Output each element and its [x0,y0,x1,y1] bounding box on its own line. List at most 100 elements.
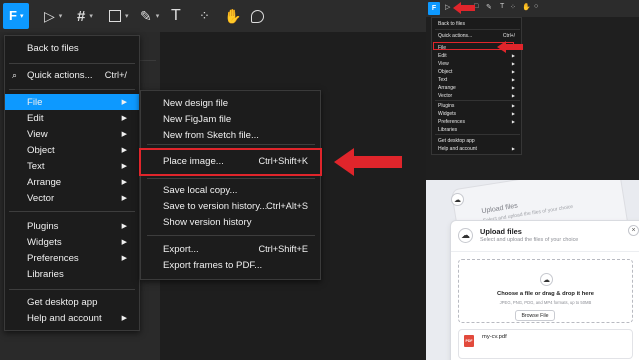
mini-menu-item-label: Libraries [438,127,458,133]
mini-menu-item-view[interactable]: View ▶ [432,60,521,68]
menu-item-plugins[interactable]: Plugins ▶ [5,218,139,234]
mini-menu-item-quick-actions[interactable]: Quick actions... Ctrl+/ [432,32,521,40]
mini-menu-item-preferences[interactable]: Preferences ▶ [432,118,521,126]
figma-logo-icon[interactable]: F [428,2,440,15]
menu-item-file[interactable]: File ▶ [5,94,139,110]
menu-item-widgets[interactable]: Widgets ▶ [5,234,139,250]
mini-menu-item-text[interactable]: Text ▶ [432,76,521,84]
text-icon: T [171,7,181,24]
menu-separator [435,100,520,101]
mini-menu-item-get-desktop-app[interactable]: Get desktop app [432,137,521,145]
menu-item-shortcut: Ctrl+/ [104,70,127,80]
menu-item-show-version-history[interactable]: Show version history [141,214,320,230]
menu-item-text[interactable]: Text ▶ [5,158,139,174]
move-pointer-icon: ▷ [44,7,55,24]
chevron-right-icon: ▶ [121,315,127,322]
uploaded-file-row: PDF my-cv.pdf [458,329,633,359]
mini-menu-item-label: Text [438,77,448,83]
hand-tool[interactable]: ✋ [224,4,241,28]
chevron-right-icon: ▶ [121,99,127,106]
menu-item-vector[interactable]: Vector ▶ [5,190,139,206]
close-icon[interactable]: × [628,225,639,236]
menu-item-view[interactable]: View ▶ [5,126,139,142]
mini-menu-item-label: Arrange [438,85,456,91]
dialog-title: Upload files [480,227,522,236]
menu-item-object[interactable]: Object ▶ [5,142,139,158]
resources-icon[interactable]: ⁘ [510,3,516,11]
mini-menu-item-edit[interactable]: Edit ▶ [432,52,521,60]
menu-separator [147,178,315,179]
menu-item-label: New from Sketch file... [163,129,259,141]
menu-item-label: Help and account [27,312,102,324]
chevron-right-icon: ▶ [121,255,127,262]
hand-icon: ✋ [224,7,242,24]
menu-item-label: Widgets [27,236,62,248]
menu-item-arrange[interactable]: Arrange ▶ [5,174,139,190]
mini-menu-item-vector[interactable]: Vector ▶ [432,92,521,100]
frame-tool[interactable]: # ▾ [77,4,93,28]
menu-item-help-and-account[interactable]: Help and account ▶ [5,310,139,326]
menu-item-get-desktop-app[interactable]: Get desktop app [5,294,139,310]
mini-main-menu: Back to filesQuick actions...Ctrl+/File▶… [431,17,522,155]
menu-item-edit[interactable]: Edit ▶ [5,110,139,126]
menu-item-quick-actions[interactable]: ⌕ Quick actions... Ctrl+/ [5,67,139,83]
menu-item-save-local-copy[interactable]: Save local copy... [141,182,320,198]
menu-item-new-from-sketch-file[interactable]: New from Sketch file... [141,127,320,143]
menu-item-libraries[interactable]: Libraries [5,266,139,282]
dialog-divider [451,251,639,252]
chevron-right-icon: ▶ [511,85,515,90]
file-dropzone[interactable]: ☁ Choose a file or drag & drop it here J… [458,259,633,323]
pen-tool[interactable]: ✎ ▾ [140,4,159,28]
browse-file-button[interactable]: Browse File [515,310,555,321]
chevron-right-icon: ▶ [121,147,127,154]
text-icon[interactable]: T [500,3,504,10]
main-menu-button[interactable]: F ▾ [3,3,29,29]
menu-item-export-frames-to-pdf[interactable]: Export frames to PDF... [141,257,320,273]
menu-item-new-figjam-file[interactable]: New FigJam file [141,111,320,127]
menu-item-export[interactable]: Export... Ctrl+Shift+E [141,241,320,257]
text-tool[interactable]: T [171,4,181,28]
comment-icon[interactable]: ○ [534,3,538,10]
chevron-right-icon: ▶ [121,131,127,138]
move-tool[interactable]: ▷ ▾ [44,4,62,28]
menu-item-new-design-file[interactable]: New design file [141,95,320,111]
dialog-subtitle: Select and upload the files of your choi… [480,237,579,243]
chevron-right-icon: ▶ [511,111,515,116]
mini-menu-item-back-to-files[interactable]: Back to files [432,20,521,28]
move-pointer-icon[interactable]: ▷ [445,3,450,11]
menu-item-save-to-version-history[interactable]: Save to version history... Ctrl+Alt+S [141,198,320,214]
mini-menu-item-plugins[interactable]: Plugins ▶ [432,102,521,110]
mini-menu-item-object[interactable]: Object ▶ [432,68,521,76]
menu-separator [9,63,135,64]
mini-menu-item-widgets[interactable]: Widgets ▶ [432,110,521,118]
pdf-file-icon: PDF [464,335,474,347]
shape-tool[interactable]: ▾ [109,4,129,28]
mini-menu-item-label: Quick actions... [438,33,473,39]
mini-menu-item-help-and-account[interactable]: Help and account ▶ [432,145,521,153]
resources-tool[interactable]: ⁘ [199,4,210,28]
mini-menu-item-libraries[interactable]: Libraries [432,126,521,134]
mini-menu-item-arrange[interactable]: Arrange ▶ [432,84,521,92]
menu-item-preferences[interactable]: Preferences ▶ [5,250,139,266]
chevron-right-icon: ▶ [121,115,127,122]
mini-menu-item-label: Widgets [438,111,457,117]
main-menu: Back to files ⌕ Quick actions... Ctrl+/ … [4,35,140,331]
chevron-right-icon: ▶ [121,223,127,230]
menu-item-shortcut: Ctrl+Alt+S [266,201,308,211]
menu-item-label: New design file [163,97,229,109]
pen-icon[interactable]: ✎ [486,3,492,11]
menu-item-back-to-files[interactable]: Back to files [5,40,139,56]
mini-screenshot: F ▷ □ ✎ T ⁘ ✋ ○ Back to files Quick actio… [426,0,639,180]
hand-icon[interactable]: ✋ [522,3,531,11]
menu-item-label: Back to files [27,42,79,54]
file-name: my-cv.pdf [482,334,507,340]
mini-menu-item-shortcut: Ctrl+/ [502,33,515,39]
menu-item-label: Preferences [27,252,79,264]
red-pointer-arrow-icon [453,2,475,14]
mini-menu-item-label: Preferences [438,119,465,125]
chevron-down-icon: ▾ [89,13,93,20]
comment-tool[interactable] [251,4,264,28]
menu-item-label: Arrange [27,176,62,188]
chevron-down-icon: ▾ [58,13,63,20]
mini-menu-item-label: Plugins [438,103,455,109]
